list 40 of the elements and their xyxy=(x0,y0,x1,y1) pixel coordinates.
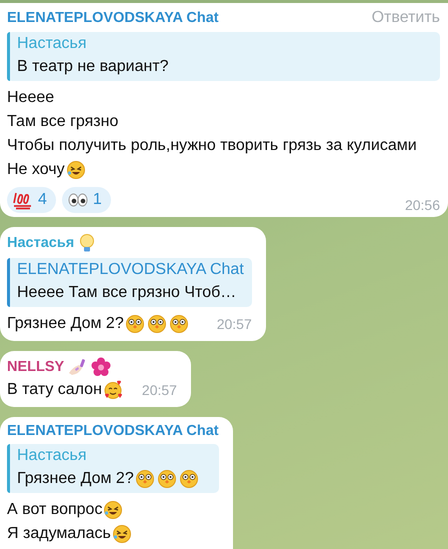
message-text: Грязнее Дом 2? xyxy=(7,314,124,334)
message-text: В тату салон xyxy=(7,380,102,400)
reaction-button[interactable]: 4 xyxy=(7,187,56,213)
flushed-face-icon xyxy=(178,469,199,489)
quote-author: Настасья xyxy=(17,447,88,465)
nail-polish-icon xyxy=(67,357,88,377)
message-text: А вот вопрос xyxy=(7,500,102,520)
smiling-face-icon xyxy=(102,380,123,400)
quote-author: ELENATEPLOVODSKAYA Chat xyxy=(17,261,244,279)
sender-name[interactable]: ELENATEPLOVODSKAYA Chat xyxy=(7,10,219,26)
message-time: 20:57 xyxy=(216,315,252,334)
reply-link[interactable]: Ответить xyxy=(372,9,440,27)
flower-icon xyxy=(91,357,112,377)
quote-text: Грязнее Дом 2? xyxy=(17,469,134,489)
sender-name[interactable]: NELLSY xyxy=(7,359,64,375)
message-text: Чтобы получить роль,нужно творить грязь за кулисами xyxy=(7,136,417,156)
flushed-face-icon xyxy=(168,314,189,334)
quoted-message[interactable]: ELENATEPLOVODSKAYA Chat Нееее Там все грязно Чтоб… xyxy=(7,258,252,307)
sender-name[interactable]: Настасья xyxy=(7,235,74,251)
laughing-face-icon xyxy=(66,160,86,180)
quote-text: Нееее Там все грязно Чтоб… xyxy=(17,283,236,303)
message-text: Нееее xyxy=(7,88,54,108)
flushed-face-icon xyxy=(156,469,177,489)
laughing-face-icon xyxy=(112,524,132,544)
message-time: 20:57 xyxy=(140,381,177,400)
flushed-face-icon xyxy=(134,469,155,489)
quote-author: Настасья xyxy=(17,35,88,53)
reaction-button[interactable]: 1 xyxy=(62,187,111,213)
flushed-face-icon xyxy=(124,314,145,334)
quoted-message[interactable]: Настасья Грязнее Дом 2? xyxy=(7,444,219,493)
quoted-message[interactable]: Настасья В театр не вариант? xyxy=(7,32,440,81)
message-text: Не хочу xyxy=(7,160,65,180)
flushed-face-icon xyxy=(146,314,167,334)
message-text: Я задумалась xyxy=(7,524,111,544)
laughing-face-icon xyxy=(103,500,124,520)
message-text: Там все грязно xyxy=(7,112,118,132)
quote-text: В театр не вариант? xyxy=(17,57,169,77)
sender-name[interactable]: ELENATEPLOVODSKAYA Chat xyxy=(7,423,219,439)
hundred-points-icon xyxy=(13,190,33,210)
message-time: 20:56 xyxy=(404,197,440,213)
